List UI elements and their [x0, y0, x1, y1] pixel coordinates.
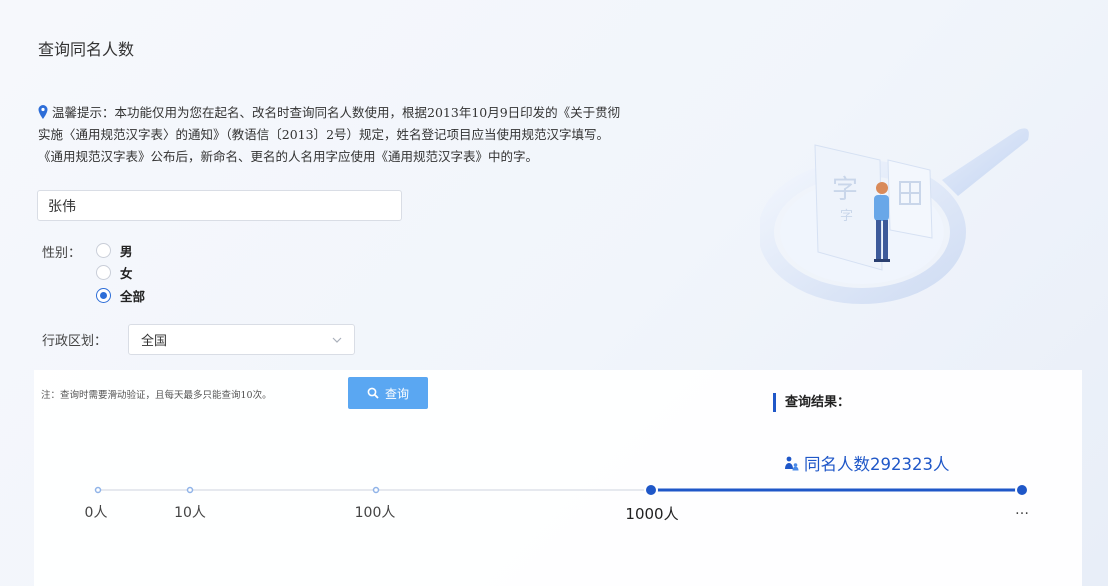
scale-label-10: 10人: [174, 505, 206, 521]
scale-label-1000: 1000人: [625, 505, 679, 523]
radio-label-female: 女: [120, 266, 133, 281]
scale-dot-1000: [644, 483, 658, 497]
query-note: 注：查询时需要滑动验证，且每天最多只能查询10次。: [41, 390, 272, 401]
scale-dot-0: [94, 486, 102, 494]
svg-text:字: 字: [832, 175, 858, 205]
region-select-value: 全国: [141, 334, 168, 349]
radio-button-male[interactable]: [96, 243, 111, 258]
notice-text-1: 温馨提示：本功能仅用为您在起名、改名时查询同名人数使用，根据2013年10月9日…: [52, 105, 621, 120]
notice-text-3: 《通用规范汉字表》公布后，新命名、更名的人名用字应使用《通用规范汉字表》中的字。: [38, 149, 539, 164]
radio-label-male: 男: [120, 244, 133, 259]
scale-dot-10: [186, 486, 194, 494]
name-input[interactable]: [37, 190, 402, 221]
gender-label: 性别：: [42, 246, 82, 261]
gender-option-female[interactable]: 女: [96, 263, 133, 282]
radio-checked-dot: [100, 292, 107, 299]
scale-label-0: 0人: [84, 505, 108, 521]
svg-text:字: 字: [840, 209, 853, 224]
page-title: 查询同名人数: [38, 40, 135, 59]
count-scale: [94, 483, 1029, 497]
scale-dot-100: [372, 486, 380, 494]
radio-label-all: 全部: [120, 289, 146, 304]
gender-option-all[interactable]: 全部: [96, 286, 145, 305]
notice-line-1: 温馨提示：本功能仅用为您在起名、改名时查询同名人数使用，根据2013年10月9日…: [38, 102, 778, 124]
query-button-label: 查询: [384, 386, 409, 401]
scale-label-100: 100人: [354, 505, 396, 521]
notice-text-2: 实施〈通用规范汉字表〉的通知》（教语信〔2013〕2号）规定，姓名登记项目应当使…: [38, 127, 610, 142]
search-icon: [367, 387, 379, 399]
radio-button-female[interactable]: [96, 265, 111, 280]
notice-box: 温馨提示：本功能仅用为您在起名、改名时查询同名人数使用，根据2013年10月9日…: [38, 102, 778, 168]
magnifier-illustration: 字 字: [760, 128, 1029, 304]
pin-icon: [38, 105, 48, 119]
radio-button-all[interactable]: [96, 288, 111, 303]
query-button[interactable]: 查询: [348, 377, 428, 409]
result-heading: 查询结果：: [773, 393, 850, 412]
region-label: 行政区划：: [42, 334, 108, 349]
region-select[interactable]: 全国: [128, 324, 355, 355]
person-icon: [785, 456, 799, 471]
scale-dot-end: [1015, 483, 1029, 497]
chevron-down-icon: [332, 337, 342, 343]
scale-label-more: …: [1015, 502, 1029, 518]
gender-option-male[interactable]: 男: [96, 241, 133, 260]
